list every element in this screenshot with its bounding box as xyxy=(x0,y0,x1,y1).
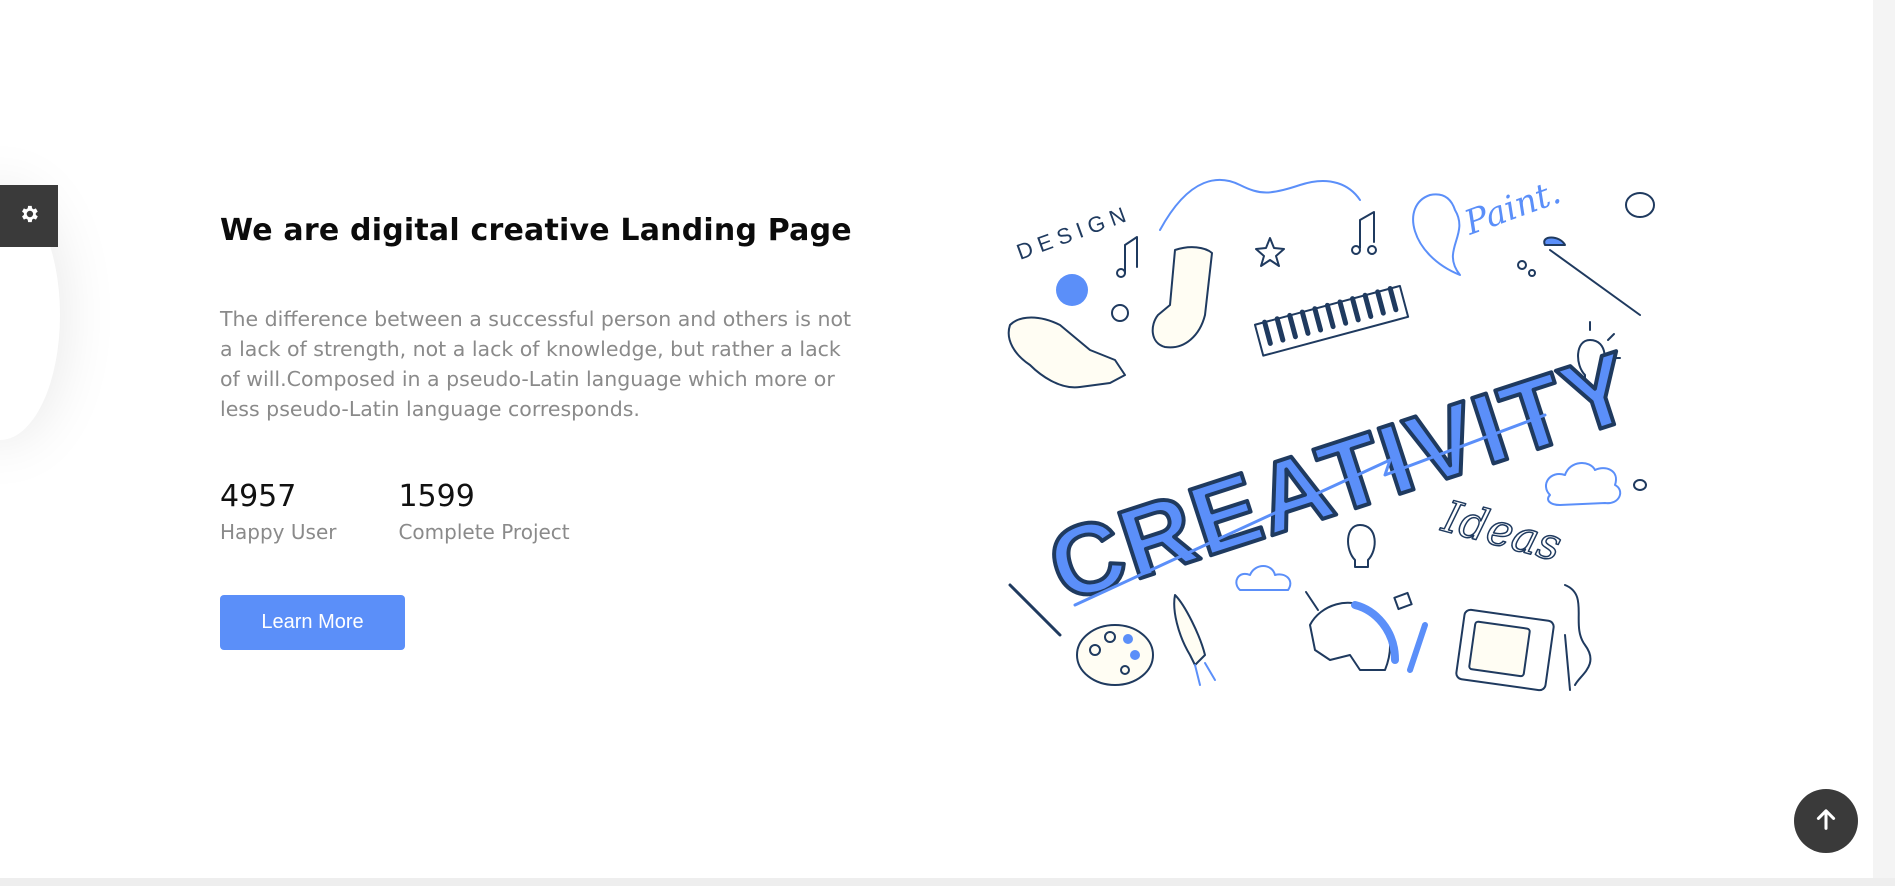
stat-value: 4957 xyxy=(220,479,297,514)
stat-complete-projects: 1599 Complete Project xyxy=(398,479,569,547)
landing-page: We are digital creative Landing Page The… xyxy=(0,0,1895,886)
stat-happy-users: 4957 Happy User xyxy=(220,479,336,547)
settings-toggle-button[interactable] xyxy=(0,185,58,247)
arrow-up-icon xyxy=(1812,805,1840,837)
creativity-illustration: DESIGN Paint. CREATIVITY Ideas xyxy=(1000,165,1680,705)
learn-more-button[interactable]: Learn More xyxy=(220,595,405,650)
scroll-to-top-button[interactable] xyxy=(1794,789,1858,853)
illustration-text-ideas: Ideas xyxy=(1436,491,1566,572)
stats-row: 4957 Happy User 1599 Complete Project xyxy=(220,479,870,547)
gear-icon xyxy=(18,203,40,229)
illustration-text-paint: Paint. xyxy=(1458,172,1566,244)
hero-description: The difference between a successful pers… xyxy=(220,307,852,421)
page-footer-edge xyxy=(0,878,1895,886)
stat-value: 1599 xyxy=(398,479,475,514)
illustration-text-design: DESIGN xyxy=(1013,200,1135,265)
scrollbar-track[interactable] xyxy=(1873,0,1895,878)
hero-content: We are digital creative Landing Page The… xyxy=(220,210,870,650)
hero-title: We are digital creative Landing Page xyxy=(220,213,852,248)
stat-label: Complete Project xyxy=(398,520,570,544)
stat-label: Happy User xyxy=(220,520,337,544)
